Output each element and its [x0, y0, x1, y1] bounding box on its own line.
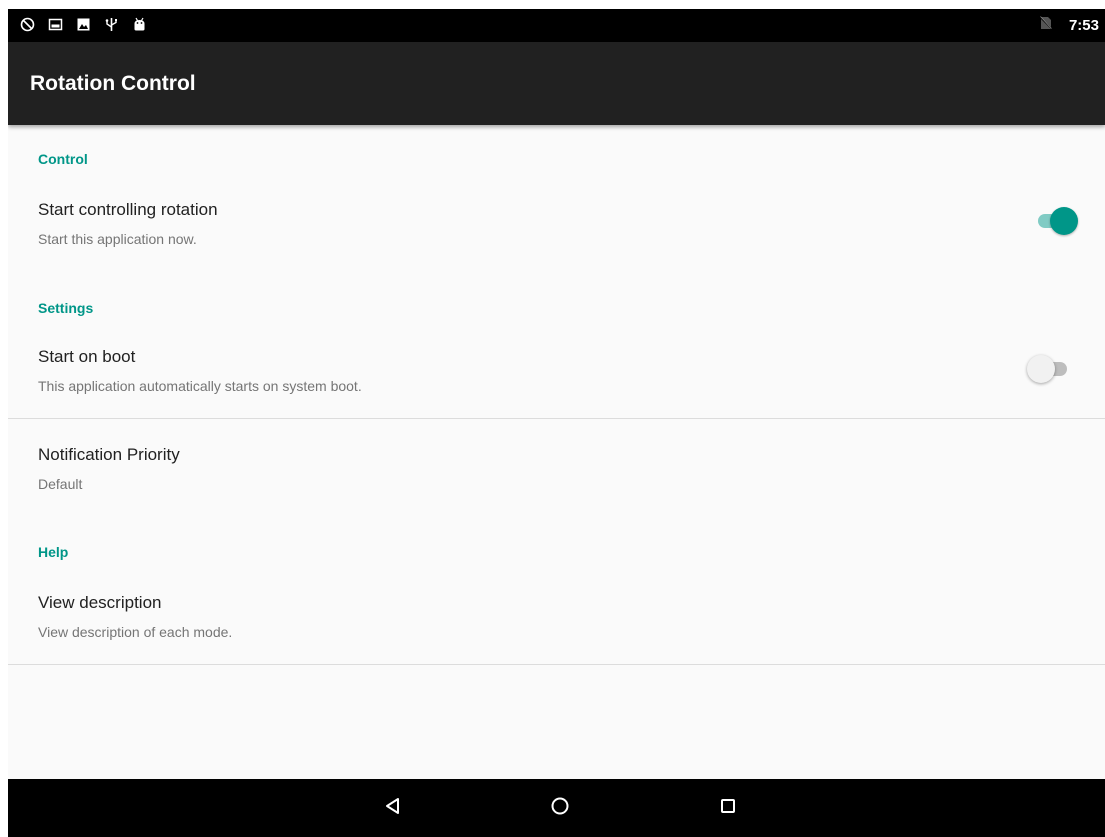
pref-start-on-boot[interactable]: Start on boot This application automatic…	[8, 332, 1105, 417]
image-icon	[48, 17, 63, 32]
switch-thumb	[1050, 207, 1078, 235]
divider	[8, 664, 1105, 665]
status-right: 7:53	[1039, 9, 1099, 42]
device-screen: 7:53 Rotation Control Control Start cont…	[8, 9, 1105, 837]
start-on-boot-switch[interactable]	[1027, 355, 1069, 383]
start-controlling-switch[interactable]	[1036, 207, 1078, 235]
status-icons-left	[20, 17, 147, 32]
navigation-bar	[8, 779, 1105, 837]
pref-title: Start controlling rotation	[38, 200, 218, 219]
pref-view-description[interactable]: View description View description of eac…	[8, 579, 1105, 663]
app-bar: Rotation Control	[8, 42, 1105, 125]
pref-title: View description	[38, 593, 162, 612]
pref-title: Notification Priority	[38, 445, 180, 464]
pref-summary: This application automatically starts on…	[38, 378, 362, 394]
category-settings-header: Settings	[38, 300, 94, 316]
category-control-header: Control	[38, 151, 88, 167]
pref-summary: View description of each mode.	[38, 624, 233, 640]
status-bar: 7:53	[8, 9, 1105, 42]
home-icon	[550, 796, 570, 821]
no-sim-icon	[1039, 16, 1053, 35]
recents-button[interactable]	[698, 779, 758, 837]
switch-thumb	[1027, 355, 1055, 383]
pref-title: Start on boot	[38, 347, 136, 366]
pref-summary: Start this application now.	[38, 231, 197, 247]
pref-notification-priority[interactable]: Notification Priority Default	[8, 419, 1105, 511]
status-clock: 7:53	[1068, 17, 1099, 34]
home-button[interactable]	[530, 779, 590, 837]
android-icon	[132, 17, 147, 32]
app-title: Rotation Control	[30, 72, 196, 95]
back-icon	[383, 796, 403, 821]
pref-summary: Default	[38, 476, 83, 492]
recents-icon	[718, 796, 738, 821]
pref-start-controlling-rotation[interactable]: Start controlling rotation Start this ap…	[8, 184, 1105, 274]
rotation-off-icon	[20, 17, 35, 32]
back-button[interactable]	[363, 779, 423, 837]
category-help-header: Help	[38, 544, 69, 560]
usb-icon	[104, 17, 119, 32]
photo-icon	[76, 17, 91, 32]
